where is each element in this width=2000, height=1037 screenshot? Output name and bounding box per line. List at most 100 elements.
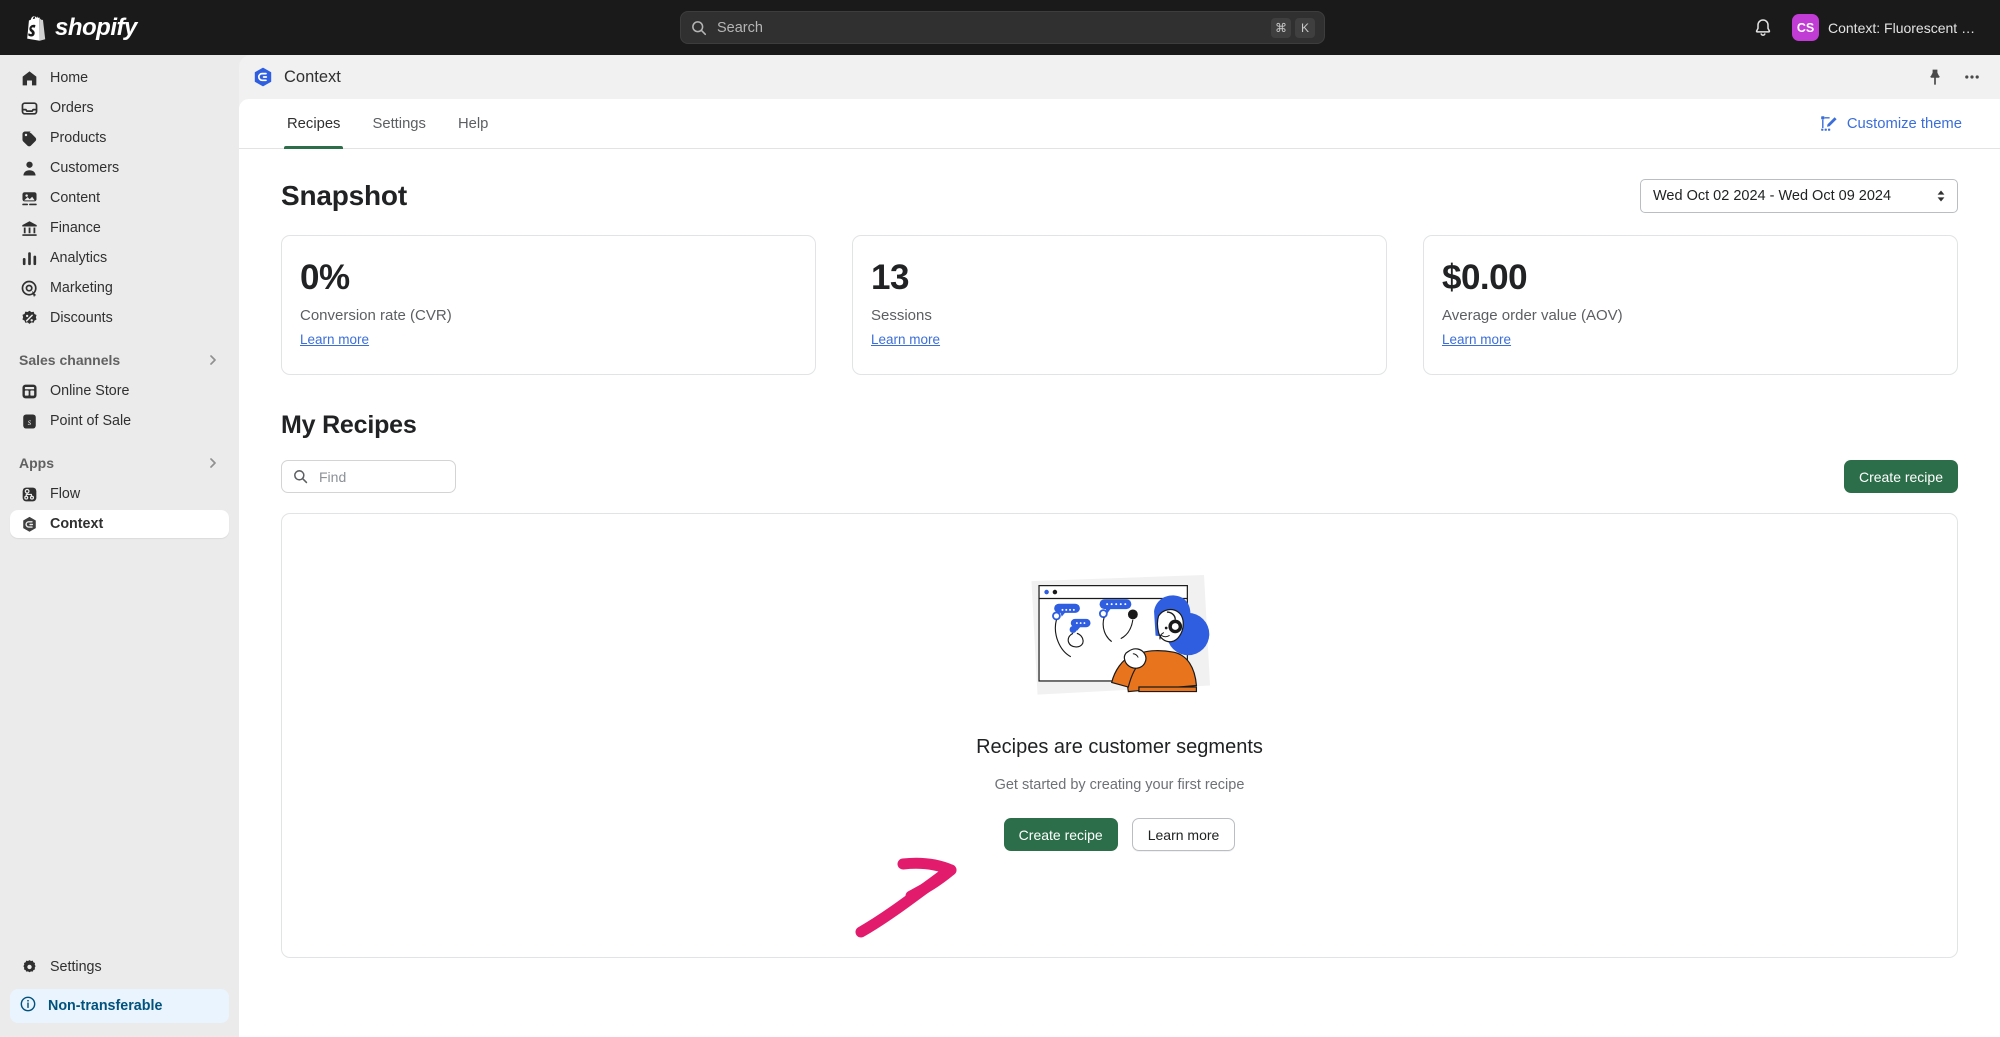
tab-settings[interactable]: Settings — [356, 99, 441, 149]
sidebar-item-customers[interactable]: Customers — [10, 154, 229, 182]
banner-label: Non-transferable — [48, 998, 162, 1014]
top-bar-right: CS Context: Fluorescent - Th... — [1752, 10, 1986, 45]
learn-more-link[interactable]: Learn more — [1442, 332, 1511, 347]
person-at-whiteboard-illustration — [1025, 572, 1215, 712]
sidebar-section-label: Sales channels — [19, 352, 120, 368]
top-bar: shopify Search ⌘ K CS Context: Fluoresce… — [0, 0, 2000, 55]
orders-inbox-icon — [19, 98, 39, 118]
sidebar-item-label: Settings — [50, 959, 102, 975]
sidebar-bottom: Settings Non-transferable — [0, 953, 239, 1037]
sidebar-section-label: Apps — [19, 455, 54, 471]
customize-theme-link[interactable]: Customize theme — [1819, 114, 1968, 134]
ellipsis-horizontal-icon[interactable] — [1962, 67, 1982, 87]
gear-icon — [19, 957, 39, 977]
kbd-k: K — [1295, 18, 1315, 38]
app-header-actions — [1925, 67, 1982, 87]
learn-more-link[interactable]: Learn more — [871, 332, 940, 347]
shopify-wordmark: shopify — [55, 14, 137, 42]
metric-card-aov: $0.00 Average order value (AOV) Learn mo… — [1423, 235, 1958, 375]
account-name: Context: Fluorescent - Th... — [1828, 20, 1978, 36]
kbd-command: ⌘ — [1271, 18, 1291, 38]
sidebar-item-label: Point of Sale — [50, 413, 131, 429]
sidebar-item-marketing[interactable]: Marketing — [10, 274, 229, 302]
sidebar-item-content[interactable]: Content — [10, 184, 229, 212]
metric-value: 0% — [300, 258, 797, 298]
avatar: CS — [1792, 14, 1819, 41]
pin-icon[interactable] — [1925, 67, 1945, 87]
sidebar: Home Orders Products — [0, 55, 239, 1037]
bell-icon[interactable] — [1752, 17, 1774, 39]
metric-value: $0.00 — [1442, 258, 1939, 298]
sidebar-item-home[interactable]: Home — [10, 64, 229, 92]
sidebar-item-orders[interactable]: Orders — [10, 94, 229, 122]
sidebar-item-label: Discounts — [50, 310, 113, 326]
metric-label: Average order value (AOV) — [1442, 307, 1939, 324]
sidebar-item-flow[interactable]: Flow — [10, 480, 229, 508]
empty-state-subtitle: Get started by creating your first recip… — [995, 777, 1245, 793]
sidebar-item-label: Context — [50, 516, 103, 532]
shopify-logo[interactable]: shopify — [22, 14, 137, 42]
tab-bar: Recipes Settings Help — [239, 99, 2000, 149]
sidebar-item-label: Online Store — [50, 383, 129, 399]
my-recipes-title: My Recipes — [281, 411, 1958, 440]
tab-label: Settings — [372, 116, 425, 132]
sidebar-item-discounts[interactable]: Discounts — [10, 304, 229, 332]
sidebar-item-online-store[interactable]: Online Store — [10, 377, 229, 405]
main-panel: Context Recipes S — [239, 55, 2000, 1037]
metric-label: Conversion rate (CVR) — [300, 307, 797, 324]
metric-card-sessions: 13 Sessions Learn more — [852, 235, 1387, 375]
sidebar-section-apps[interactable]: Apps — [19, 452, 220, 474]
sidebar-item-label: Home — [50, 70, 88, 86]
finance-bank-icon — [19, 218, 39, 238]
sidebar-item-label: Customers — [50, 160, 119, 176]
snapshot-header-row: Snapshot Wed Oct 02 2024 - Wed Oct 09 20… — [281, 179, 1958, 213]
account-menu-button[interactable]: CS Context: Fluorescent - Th... — [1788, 10, 1986, 45]
search-icon — [292, 468, 309, 485]
learn-more-link[interactable]: Learn more — [300, 332, 369, 347]
sidebar-section-sales-channels[interactable]: Sales channels — [19, 349, 220, 371]
date-range-select[interactable]: Wed Oct 02 2024 - Wed Oct 09 2024 — [1640, 179, 1958, 213]
context-hex-icon — [19, 514, 39, 534]
recipes-empty-state: Recipes are customer segments Get starte… — [281, 513, 1958, 958]
content-image-icon — [19, 188, 39, 208]
tab-label: Help — [458, 116, 488, 132]
non-transferable-banner[interactable]: Non-transferable — [10, 989, 229, 1023]
empty-learn-more-button[interactable]: Learn more — [1132, 818, 1236, 851]
svg-text:s: s — [27, 416, 31, 426]
create-recipe-button[interactable]: Create recipe — [1844, 460, 1958, 493]
search-icon — [690, 19, 708, 37]
search-placeholder: Search — [717, 20, 1271, 36]
info-circle-icon — [19, 995, 37, 1018]
chevron-right-icon — [206, 456, 220, 470]
sidebar-item-point-of-sale[interactable]: s Point of Sale — [10, 407, 229, 435]
search-shortcut-hint: ⌘ K — [1271, 18, 1315, 38]
app-header: Context — [239, 55, 2000, 99]
sidebar-item-context[interactable]: Context — [10, 510, 229, 538]
sidebar-item-settings[interactable]: Settings — [10, 953, 229, 981]
metric-label: Sessions — [871, 307, 1368, 324]
app-shell: Home Orders Products — [0, 55, 2000, 1037]
select-updown-arrows-icon — [1936, 189, 1946, 203]
sidebar-item-label: Flow — [50, 486, 80, 502]
sidebar-item-analytics[interactable]: Analytics — [10, 244, 229, 272]
page-title: Snapshot — [281, 180, 407, 212]
app-frame: Recipes Settings Help — [239, 99, 2000, 1037]
empty-create-recipe-button[interactable]: Create recipe — [1004, 818, 1118, 851]
customer-person-icon — [19, 158, 39, 178]
recipe-find-input[interactable]: Find — [281, 460, 456, 493]
chevron-right-icon — [206, 353, 220, 367]
tab-recipes[interactable]: Recipes — [271, 99, 356, 149]
customize-theme-icon — [1819, 114, 1839, 134]
sidebar-item-label: Finance — [50, 220, 101, 236]
empty-state-title: Recipes are customer segments — [976, 736, 1263, 759]
metric-value: 13 — [871, 258, 1368, 298]
shopify-bag-icon — [22, 15, 46, 41]
sidebar-item-label: Content — [50, 190, 100, 206]
global-search-input[interactable]: Search ⌘ K — [680, 11, 1325, 44]
empty-state-actions: Create recipe Learn more — [1004, 818, 1236, 851]
sidebar-item-finance[interactable]: Finance — [10, 214, 229, 242]
tab-help[interactable]: Help — [442, 99, 504, 149]
sidebar-item-products[interactable]: Products — [10, 124, 229, 152]
sidebar-item-label: Analytics — [50, 250, 107, 266]
page-content: Snapshot Wed Oct 02 2024 - Wed Oct 09 20… — [239, 149, 2000, 1037]
